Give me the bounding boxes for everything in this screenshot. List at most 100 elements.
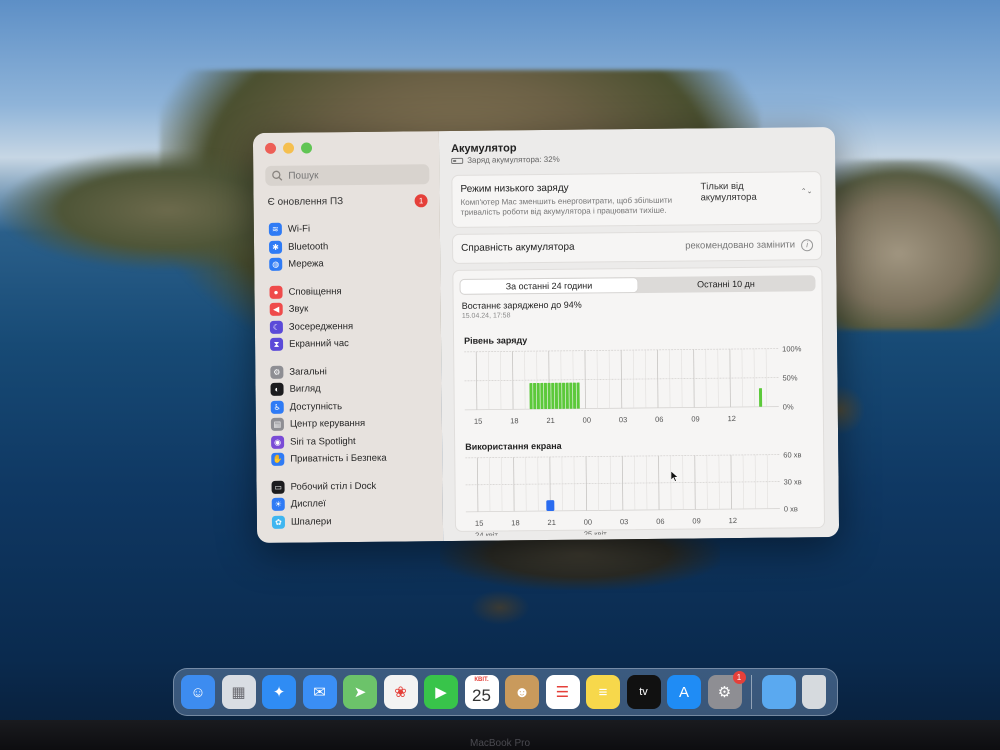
grid-line	[561, 456, 563, 511]
y-tick-label: 100%	[782, 344, 802, 353]
system-settings-icon[interactable]: ⚙ 1	[707, 671, 746, 709]
sidebar-item-desktop-dock[interactable]: ▭ Робочий стіл і Dock	[268, 477, 432, 496]
major-grid-line	[621, 455, 624, 510]
search-input[interactable]	[288, 168, 409, 182]
grid-line	[524, 351, 526, 410]
grid-line	[608, 350, 610, 409]
x-tick-label: 00	[584, 517, 592, 526]
sidebar-item-label: Шпалери	[290, 516, 332, 528]
grid-line	[753, 348, 755, 407]
finder-icon[interactable]: ☺	[181, 675, 215, 709]
x-tick-label: 09	[691, 414, 699, 423]
maps-icon[interactable]: ➤	[343, 675, 377, 709]
x-tick-label: 18	[510, 416, 518, 425]
time-range-segmented-control: За останні 24 години Останні 10 дн	[459, 274, 816, 295]
notes-icon[interactable]: ≡	[586, 675, 620, 709]
sidebar-item-label: Дисплеї	[290, 498, 326, 510]
apple-tv-icon[interactable]: tv	[626, 675, 661, 709]
zoom-button[interactable]	[300, 142, 313, 154]
sidebar-group: ● Сповіщення ◀ Звук ☾ Зосередження ⧗ Екранний ч…	[266, 282, 431, 354]
trash-icon[interactable]	[802, 675, 826, 709]
x-tick-label: 06	[655, 415, 663, 424]
grid-line	[705, 349, 707, 408]
dock-glyph: ☺	[190, 683, 206, 701]
sidebar-item-label: Siri та Spotlight	[290, 435, 356, 448]
dock-glyph: A	[678, 683, 689, 701]
grid-line	[718, 454, 720, 509]
low-power-select[interactable]: Тільки від акумулятора ⌃⌄	[700, 180, 812, 203]
major-grid-line	[585, 456, 588, 511]
sidebar-item-appearance[interactable]: ◐ Вигляд	[267, 379, 431, 398]
wallpaper-icon: ✿	[271, 515, 286, 529]
sidebar-item-wallpaper[interactable]: ✿ Шпалери	[269, 512, 433, 531]
x-tick-label: 09	[692, 516, 700, 525]
reminders-icon[interactable]: ☰	[545, 675, 580, 709]
x-tick-label: 12	[728, 414, 736, 423]
contacts-icon[interactable]: ☻	[505, 675, 539, 709]
dock-glyph: ⚙	[717, 684, 732, 701]
calendar-day: 25	[472, 685, 491, 705]
sidebar-item-globe[interactable]: ◍ Мережа	[266, 254, 430, 273]
battery-icon	[451, 157, 464, 164]
calendar-icon[interactable]: КВІТ. 25	[464, 675, 499, 709]
sun-icon: ☀	[271, 497, 285, 512]
grid-line	[742, 454, 744, 509]
search-field[interactable]	[265, 164, 430, 186]
sidebar-item-hourglass[interactable]: ⧗ Екранний час	[267, 334, 431, 353]
software-update-row[interactable]: Є оновлення ПЗ 1	[266, 192, 430, 211]
grid-line	[706, 455, 708, 510]
x-tick-label: 21	[547, 518, 555, 527]
y-tick-label: 50%	[782, 373, 797, 382]
info-icon[interactable]: i	[801, 238, 814, 252]
facetime-icon[interactable]: ▶	[424, 675, 458, 709]
update-count-badge: 1	[414, 194, 428, 208]
major-grid-line	[475, 351, 478, 410]
launchpad-icon[interactable]: ▦	[221, 675, 256, 709]
downloads-folder-icon[interactable]	[761, 675, 796, 709]
sidebar-item-control-center[interactable]: ▤ Центр керування	[268, 414, 432, 433]
sidebar-item-siri[interactable]: ◉ Siri та Spotlight	[268, 432, 432, 451]
sidebar-item-moon[interactable]: ☾ Зосередження	[267, 317, 431, 336]
tab-last-10-days[interactable]: Останні 10 дн	[637, 276, 814, 292]
tab-last-24-hours[interactable]: За останні 24 години	[460, 277, 638, 294]
appearance-icon: ◐	[270, 383, 284, 397]
grid-line	[489, 457, 491, 512]
x-tick-label: 03	[619, 415, 627, 424]
battery-health-card: Справність акумулятора рекомендовано зам…	[451, 229, 823, 264]
photos-icon[interactable]: ❀	[383, 675, 418, 709]
sidebar-item-wifi[interactable]: ≋ Wi-Fi	[266, 219, 430, 238]
grid-line	[765, 348, 767, 407]
sidebar-item-speaker[interactable]: ◀ Звук	[267, 299, 431, 318]
major-grid-line	[730, 454, 732, 509]
sidebar-item-bluetooth[interactable]: ✱ Bluetooth	[266, 237, 430, 256]
sidebar-item-bell[interactable]: ● Сповіщення	[266, 282, 430, 301]
close-button[interactable]	[264, 142, 277, 154]
sidebar-item-sun[interactable]: ☀ Дисплеї	[269, 494, 433, 513]
sidebar-item-accessibility[interactable]: ♿ Доступність	[268, 397, 432, 416]
battery-health-label: Справність акумулятора	[461, 241, 575, 255]
screen-usage-chart: 60 хв 30 хв 0 хв 15 18 21 00 03 06 09 12 24 квіт. 25…	[465, 450, 802, 536]
sidebar-item-gear[interactable]: ⚙ Загальні	[267, 362, 431, 381]
safari-icon[interactable]: ✦	[262, 675, 296, 709]
x-tick-label: 06	[656, 517, 664, 526]
chart-bar	[543, 382, 548, 409]
accessibility-icon: ♿	[270, 400, 284, 414]
dock-glyph: ➤	[353, 684, 367, 701]
grid-line	[573, 456, 575, 511]
globe-icon: ◍	[269, 258, 283, 272]
control-center-icon: ▤	[270, 417, 284, 432]
minimize-button[interactable]	[282, 142, 295, 154]
chart-bar	[540, 382, 544, 409]
chart-bar	[554, 382, 559, 409]
sidebar-item-label: Доступність	[289, 400, 343, 413]
mail-icon[interactable]: ✉	[302, 675, 337, 709]
app-store-icon[interactable]: A	[667, 675, 701, 709]
sidebar-item-label: Звук	[288, 303, 309, 315]
major-grid-line	[584, 350, 586, 409]
gear-icon: ⚙	[270, 365, 284, 379]
grid-line	[525, 456, 527, 512]
sidebar-item-label: Вигляд	[289, 383, 321, 395]
x-tick-label: 21	[546, 416, 554, 425]
sidebar-item-hand[interactable]: ✋ Приватність і Безпека	[268, 449, 432, 468]
chart-bar	[572, 382, 577, 409]
